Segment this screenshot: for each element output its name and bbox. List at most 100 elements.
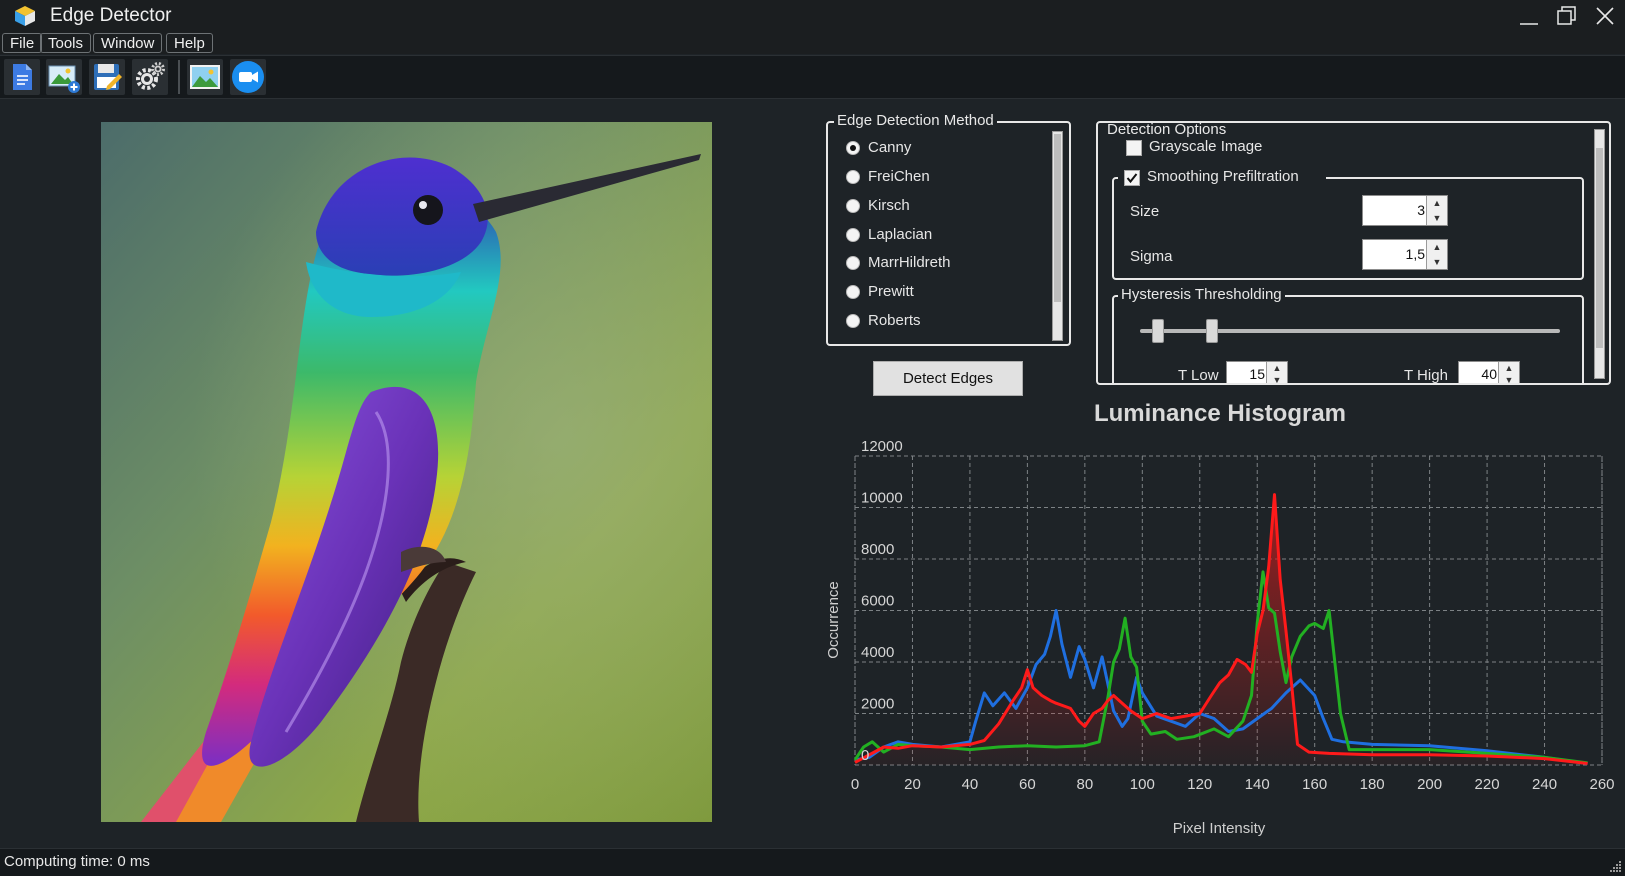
checkmark-icon bbox=[1126, 173, 1138, 184]
y-tick-label: 8000 bbox=[861, 541, 894, 558]
spin-up-arrow-icon[interactable]: ▲ bbox=[1427, 240, 1447, 256]
camera-button[interactable] bbox=[230, 59, 266, 95]
sigma-spinbox[interactable]: 1,5 ▲ ▼ bbox=[1362, 239, 1448, 270]
image-view[interactable] bbox=[101, 122, 712, 822]
t-low-slider-handle[interactable] bbox=[1152, 319, 1164, 343]
x-tick-label: 40 bbox=[962, 776, 979, 793]
radio-label: Kirsch bbox=[868, 197, 910, 214]
minimize-icon[interactable] bbox=[1512, 2, 1546, 30]
toolbar bbox=[0, 55, 1625, 99]
detection-options-group: Detection Options Grayscale Image Smooth… bbox=[1096, 121, 1611, 385]
radio-button-selected[interactable] bbox=[846, 141, 860, 155]
x-tick-label: 200 bbox=[1417, 776, 1442, 793]
radio-button[interactable] bbox=[846, 199, 860, 213]
open-image-button[interactable] bbox=[46, 59, 82, 95]
menu-window[interactable]: Window bbox=[93, 33, 163, 53]
spin-down-arrow-icon[interactable]: ▼ bbox=[1427, 254, 1447, 269]
series-line-1 bbox=[853, 570, 1588, 765]
t-high-spinbox[interactable]: 40 ▲ ▼ bbox=[1458, 361, 1520, 383]
restore-icon[interactable] bbox=[1550, 2, 1584, 30]
status-bar: Computing time: 0 ms bbox=[0, 848, 1625, 876]
image-button[interactable] bbox=[187, 59, 223, 95]
settings-button[interactable] bbox=[132, 59, 168, 95]
t-low-spin-buttons: ▲ ▼ bbox=[1266, 362, 1287, 383]
camera-icon bbox=[232, 61, 264, 93]
resize-grip-icon[interactable] bbox=[1608, 859, 1622, 873]
hysteresis-title: Hysteresis Thresholding bbox=[1118, 286, 1285, 304]
menu-file[interactable]: File bbox=[2, 33, 43, 53]
radio-label: Roberts bbox=[868, 312, 921, 329]
radio-button[interactable] bbox=[846, 285, 860, 299]
window-title: Edge Detector bbox=[50, 5, 172, 26]
t-high-value: 40 bbox=[1481, 366, 1497, 382]
smoothing-group: Smoothing Prefiltration Size 3 ▲ ▼ Sigma… bbox=[1112, 167, 1584, 280]
x-tick-label: 220 bbox=[1475, 776, 1500, 793]
y-tick-label: 12000 bbox=[861, 438, 903, 455]
x-tick-label: 20 bbox=[904, 776, 921, 793]
app-cube-icon bbox=[15, 6, 35, 26]
y-tick-label: 6000 bbox=[861, 593, 894, 610]
spin-up-arrow-icon[interactable]: ▲ bbox=[1427, 196, 1447, 212]
y-axis-label: Occurrence bbox=[825, 581, 842, 659]
x-tick-label: 80 bbox=[1077, 776, 1094, 793]
radio-label: MarrHildreth bbox=[868, 254, 951, 271]
scrollbar-thumb[interactable] bbox=[1054, 134, 1061, 302]
y-tick-label: 4000 bbox=[861, 644, 894, 661]
x-axis-label: Pixel Intensity bbox=[1173, 820, 1266, 837]
grayscale-checkbox[interactable] bbox=[1126, 140, 1142, 156]
x-tick-label: 160 bbox=[1302, 776, 1327, 793]
smoothing-checkbox[interactable] bbox=[1124, 170, 1140, 186]
title-bar: Edge Detector bbox=[0, 0, 1625, 32]
radio-button[interactable] bbox=[846, 170, 860, 184]
chart-title: Luminance Histogram bbox=[1093, 400, 1347, 427]
smoothing-label: Smoothing Prefiltration bbox=[1147, 168, 1299, 185]
detection-options-title: Detection Options bbox=[1104, 123, 1230, 139]
x-tick-label: 60 bbox=[1019, 776, 1036, 793]
spin-down-arrow-icon[interactable]: ▼ bbox=[1267, 374, 1287, 383]
sigma-spin-buttons: ▲ ▼ bbox=[1426, 240, 1447, 269]
radio-button[interactable] bbox=[846, 228, 860, 242]
options-scrollbar[interactable] bbox=[1594, 129, 1605, 379]
x-tick-label: 0 bbox=[851, 776, 859, 793]
threshold-slider-track[interactable] bbox=[1140, 329, 1560, 333]
edge-method-group: Edge Detection Method Canny FreiChen Kir… bbox=[826, 112, 1071, 346]
new-document-icon bbox=[13, 64, 32, 90]
menu-help[interactable]: Help bbox=[166, 33, 213, 53]
x-tick-label: 100 bbox=[1130, 776, 1155, 793]
menu-tools[interactable]: Tools bbox=[40, 33, 92, 53]
toolbar-separator bbox=[178, 60, 180, 94]
menu-bar: File Tools Window Help bbox=[0, 32, 1625, 54]
hummingbird-photo bbox=[101, 122, 712, 822]
edge-method-title: Edge Detection Method bbox=[834, 112, 997, 130]
x-tick-label: 140 bbox=[1245, 776, 1270, 793]
t-low-spinbox[interactable]: 15 ▲ ▼ bbox=[1226, 361, 1288, 383]
x-tick-label: 120 bbox=[1187, 776, 1212, 793]
y-tick-label: 2000 bbox=[861, 696, 894, 713]
save-icon bbox=[94, 64, 122, 90]
x-tick-label: 260 bbox=[1589, 776, 1614, 793]
size-value: 3 bbox=[1417, 202, 1425, 218]
radio-button[interactable] bbox=[846, 314, 860, 328]
new-document-button[interactable] bbox=[4, 59, 40, 95]
radio-button[interactable] bbox=[846, 256, 860, 270]
x-tick-label: 180 bbox=[1360, 776, 1385, 793]
radio-label: FreiChen bbox=[868, 168, 930, 185]
save-button[interactable] bbox=[89, 59, 125, 95]
x-tick-label: 240 bbox=[1532, 776, 1557, 793]
smoothing-header: Smoothing Prefiltration bbox=[1118, 167, 1326, 187]
scrollbar-thumb[interactable] bbox=[1596, 148, 1603, 348]
open-image-icon bbox=[48, 65, 80, 93]
t-high-label: T High bbox=[1404, 367, 1448, 384]
t-low-value: 15 bbox=[1249, 366, 1265, 382]
t-high-slider-handle[interactable] bbox=[1206, 319, 1218, 343]
spin-down-arrow-icon[interactable]: ▼ bbox=[1427, 210, 1447, 225]
grayscale-label: Grayscale Image bbox=[1149, 138, 1263, 155]
method-scrollbar[interactable] bbox=[1052, 131, 1063, 341]
t-low-label: T Low bbox=[1178, 367, 1219, 384]
size-spinbox[interactable]: 3 ▲ ▼ bbox=[1362, 195, 1448, 226]
detect-edges-button[interactable]: Detect Edges bbox=[873, 361, 1023, 396]
computing-time-text: Computing time: 0 ms bbox=[4, 853, 150, 870]
spin-down-arrow-icon[interactable]: ▼ bbox=[1499, 374, 1519, 383]
luminance-histogram-chart: 0 20 40 60 80 100 120 140 160 180 200 220 240 260 0 200… bbox=[825, 438, 1615, 837]
close-icon[interactable] bbox=[1588, 2, 1622, 30]
